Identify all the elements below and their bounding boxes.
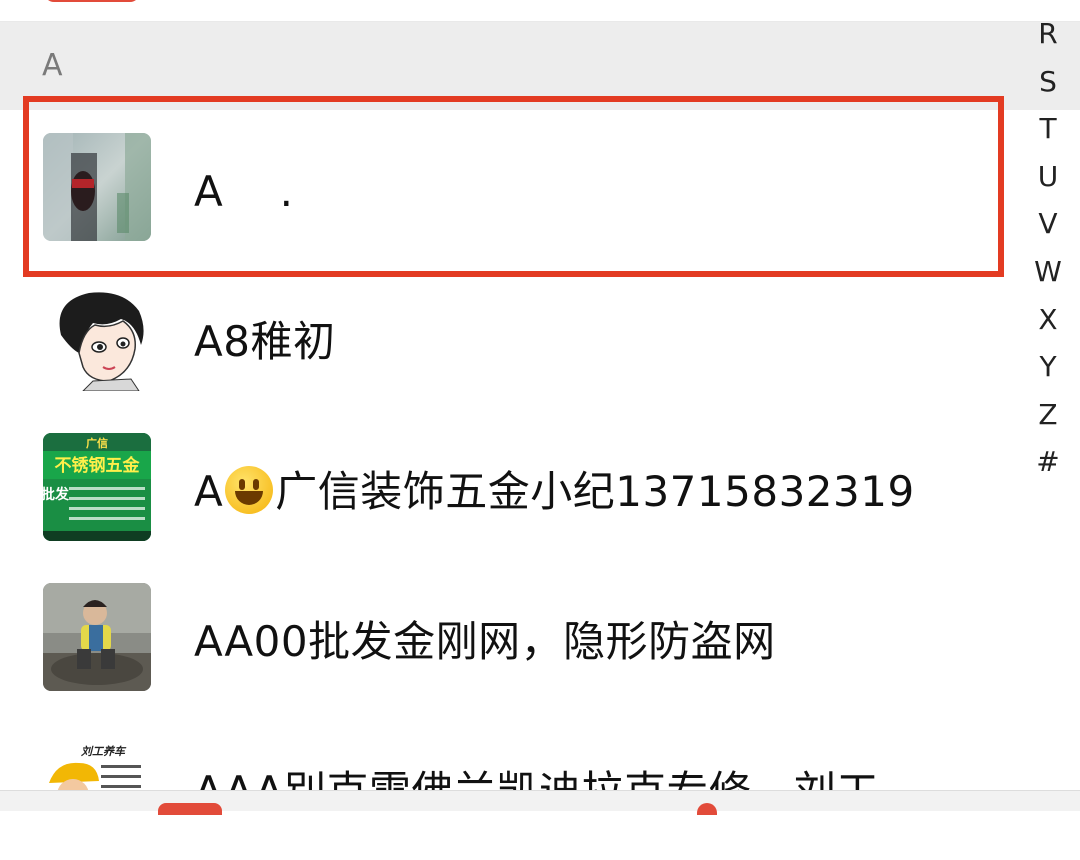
contact-row[interactable]: AA00批发金刚网，隐形防盗网 <box>0 560 1080 710</box>
notification-dot <box>697 803 717 815</box>
previous-contact-partial <box>0 0 1080 22</box>
index-letter-r[interactable]: R <box>1028 10 1068 58</box>
contact-name: A 广信装饰五金小纪13715832319 <box>194 458 915 519</box>
avatar <box>43 583 151 691</box>
bottom-tab-bar <box>0 790 1080 815</box>
contact-name: AA00批发金刚网，隐形防盗网 <box>194 617 776 666</box>
grinning-face-icon <box>225 466 274 514</box>
avatar <box>43 283 151 391</box>
avatar: 广信 不锈钢五金 批发 <box>43 433 151 541</box>
index-letter-v[interactable]: V <box>1028 200 1068 248</box>
avatar-text-title: 广信 <box>86 436 108 450</box>
index-letter-hash[interactable]: # <box>1028 438 1068 486</box>
avatar-text-line2: 批发 <box>43 486 70 503</box>
avatar: 刘工养车 <box>43 733 151 841</box>
avatar-text-line1: 不锈钢五金 <box>55 455 141 476</box>
index-letter-s[interactable]: S <box>1028 58 1068 106</box>
section-letter: A <box>42 48 63 83</box>
contact-row[interactable]: A . <box>0 110 1080 260</box>
previous-avatar-partial <box>44 0 140 2</box>
contact-name-suffix: 广信装饰五金小纪13715832319 <box>275 467 915 516</box>
index-letter-u[interactable]: U <box>1028 153 1068 201</box>
avatar <box>43 133 151 241</box>
index-letter-y[interactable]: Y <box>1028 343 1068 391</box>
tab-icon-partial[interactable] <box>158 803 222 815</box>
section-header-a: A <box>0 22 1080 110</box>
contact-name: A8稚初 <box>194 317 336 366</box>
index-letter-t[interactable]: T <box>1028 105 1068 153</box>
index-letter-x[interactable]: X <box>1028 296 1068 344</box>
alphabet-index[interactable]: R S T U V W X Y Z # <box>1028 10 1068 486</box>
index-letter-z[interactable]: Z <box>1028 391 1068 439</box>
index-letter-w[interactable]: W <box>1028 248 1068 296</box>
contact-row[interactable]: 广信 不锈钢五金 批发 A 广信装饰五金小纪13715832319 <box>0 410 1080 560</box>
contact-name: A . <box>194 167 294 216</box>
contact-name-prefix: A <box>194 467 224 516</box>
contact-row[interactable]: 刘工养车 AAA別克雪佛兰凯迪拉克专修，刘工 <box>0 710 1080 860</box>
avatar-text-title: 刘工养车 <box>81 745 127 758</box>
contact-row[interactable]: A8稚初 <box>0 260 1080 410</box>
